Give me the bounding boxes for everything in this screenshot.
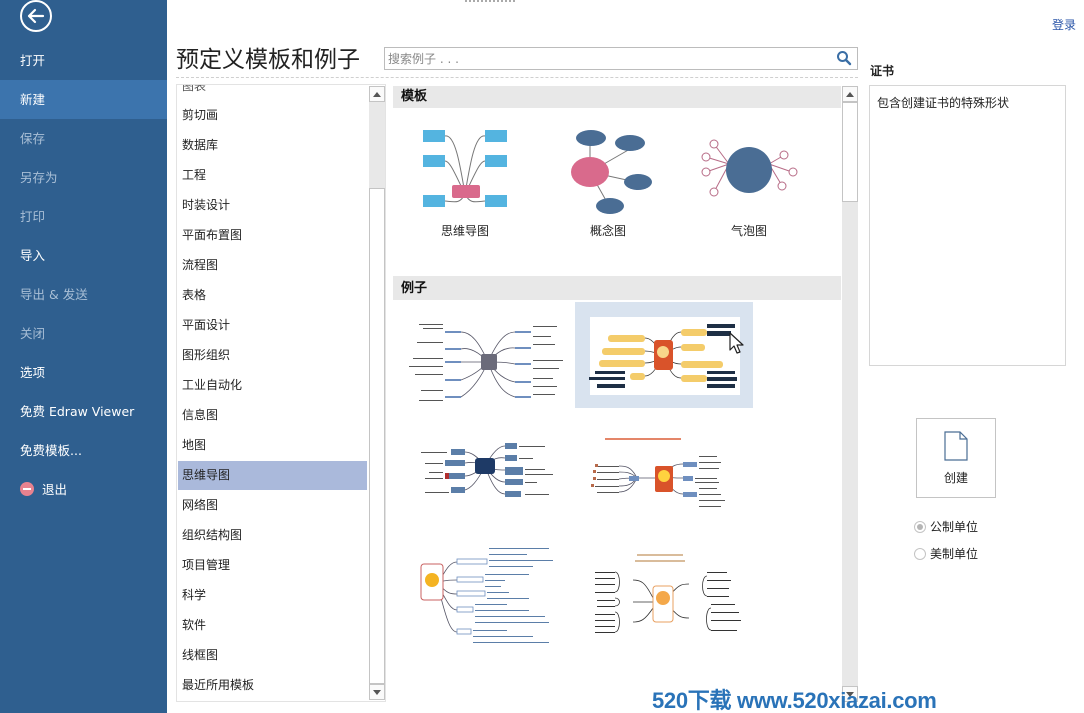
category-item[interactable]: 科学 — [178, 581, 367, 610]
back-button[interactable] — [18, 0, 54, 34]
template-label: 概念图 — [589, 224, 626, 238]
detail-description: 包含创建证书的特殊形状 — [869, 85, 1066, 366]
template-label: 气泡图 — [730, 224, 767, 238]
example-mindmap-personality[interactable] — [575, 542, 753, 648]
template-bubble-map[interactable]: 气泡图 — [689, 124, 809, 239]
search-box — [384, 47, 858, 70]
template-gallery: 模板 思维导图 概念图 气泡图 例子 — [393, 86, 841, 702]
new-document-icon — [944, 431, 968, 461]
category-item[interactable]: 流程图 — [178, 251, 367, 280]
login-link[interactable]: 登录 — [1052, 16, 1076, 33]
bubble-map-icon — [701, 139, 798, 197]
sidebar-item-open[interactable]: 打开 — [0, 41, 167, 80]
example-mindmap-lightbulb[interactable] — [575, 302, 753, 408]
category-item[interactable]: 表格 — [178, 281, 367, 310]
category-scrollbar[interactable] — [369, 86, 385, 700]
exit-icon — [20, 482, 34, 496]
mindmap-thumbnail — [595, 554, 741, 633]
search-input[interactable] — [385, 48, 825, 70]
category-item[interactable]: 平面布置图 — [178, 221, 367, 250]
description-text: 包含创建证书的特殊形状 — [877, 96, 1010, 110]
example-mindmap-navy[interactable] — [399, 426, 577, 532]
detail-title: 证书 — [870, 64, 895, 78]
category-item[interactable]: 数据库 — [178, 131, 367, 160]
sidebar-item-edraw-viewer[interactable]: 免费 Edraw Viewer — [0, 392, 167, 431]
mindmap-thumbnail — [589, 317, 740, 395]
templates-section: 思维导图 概念图 气泡图 — [393, 108, 841, 276]
mindmap-thumbnail — [421, 443, 553, 497]
mouse-cursor-icon — [729, 332, 744, 354]
mindmap-thumbnail — [409, 324, 563, 401]
page-title: 预定义模板和例子 — [176, 47, 360, 73]
category-item[interactable]: 剪切画 — [178, 101, 367, 130]
category-list: 图表 剪切画 数据库 工程 时装设计 平面布置图 流程图 表格 平面设计 图形组… — [176, 84, 386, 702]
gallery-scrollbar[interactable] — [842, 86, 858, 702]
arrow-left-circle-icon — [20, 0, 52, 32]
category-item[interactable]: 平面设计 — [178, 311, 367, 340]
example-mindmap-ideas[interactable] — [575, 426, 753, 532]
backstage-sidebar: 打开 新建 保存 另存为 打印 导入 导出 & 发送 关闭 选项 免费 Edra… — [0, 0, 167, 713]
category-item[interactable]: 图形组织 — [178, 341, 367, 370]
radio-button-checked[interactable] — [914, 521, 926, 533]
category-item[interactable]: 网络图 — [178, 491, 367, 520]
scroll-up-arrow-icon[interactable] — [842, 86, 858, 102]
sidebar-item-save[interactable]: 保存 — [0, 119, 167, 158]
create-button[interactable]: 创建 — [916, 418, 996, 498]
mindmap-thumbnail — [420, 548, 553, 643]
sidebar-item-free-templates[interactable]: 免费模板... — [0, 431, 167, 470]
search-icon[interactable] — [836, 50, 852, 66]
category-item[interactable]: 最近所用模板 — [178, 671, 367, 700]
template-mind-map[interactable]: 思维导图 — [405, 124, 525, 239]
mind-map-icon — [423, 130, 507, 207]
radio-button[interactable] — [914, 548, 926, 560]
sidebar-item-print[interactable]: 打印 — [0, 197, 167, 236]
category-item[interactable]: 线框图 — [178, 641, 367, 670]
category-item[interactable]: 工程 — [178, 161, 367, 190]
scrollbar-thumb[interactable] — [842, 102, 858, 202]
category-item[interactable]: 工业自动化 — [178, 371, 367, 400]
template-concept-map[interactable]: 概念图 — [548, 124, 668, 239]
concept-map-icon — [571, 130, 652, 214]
sidebar-item-options[interactable]: 选项 — [0, 353, 167, 392]
window-title-fragment — [465, 0, 515, 4]
category-item-selected[interactable]: 思维导图 — [178, 461, 367, 490]
category-item[interactable]: 信息图 — [178, 401, 367, 430]
category-item[interactable]: 图表 — [178, 85, 367, 101]
metric-units-option[interactable]: 公制单位 — [914, 518, 978, 535]
mindmap-thumbnail — [591, 438, 725, 507]
sidebar-item-exit[interactable]: 退出 — [0, 470, 167, 509]
sidebar-item-new[interactable]: 新建 — [0, 80, 167, 119]
category-item[interactable]: 软件 — [178, 611, 367, 640]
category-item[interactable]: 地图 — [178, 431, 367, 460]
examples-heading: 例子 — [393, 278, 841, 300]
templates-heading: 模板 — [393, 86, 841, 108]
us-units-option[interactable]: 美制单位 — [914, 545, 978, 562]
example-mindmap-medal[interactable] — [399, 542, 577, 648]
create-label: 创建 — [943, 471, 968, 485]
category-item[interactable]: 组织结构图 — [178, 521, 367, 550]
divider — [176, 77, 858, 78]
sidebar-item-close[interactable]: 关闭 — [0, 314, 167, 353]
example-mindmap-gray[interactable] — [399, 302, 577, 408]
sidebar-item-save-as[interactable]: 另存为 — [0, 158, 167, 197]
template-label: 思维导图 — [440, 224, 489, 238]
scroll-up-arrow-icon[interactable] — [369, 86, 385, 102]
category-item[interactable]: 时装设计 — [178, 191, 367, 220]
category-item[interactable]: 项目管理 — [178, 551, 367, 580]
scroll-down-arrow-icon[interactable] — [369, 684, 385, 700]
sidebar-item-export-send[interactable]: 导出 & 发送 — [0, 275, 167, 314]
watermark: 520下载 www.520xiazai.com — [652, 688, 937, 713]
sidebar-item-import[interactable]: 导入 — [0, 236, 167, 275]
examples-section — [393, 300, 841, 702]
scrollbar-thumb[interactable] — [369, 188, 385, 684]
